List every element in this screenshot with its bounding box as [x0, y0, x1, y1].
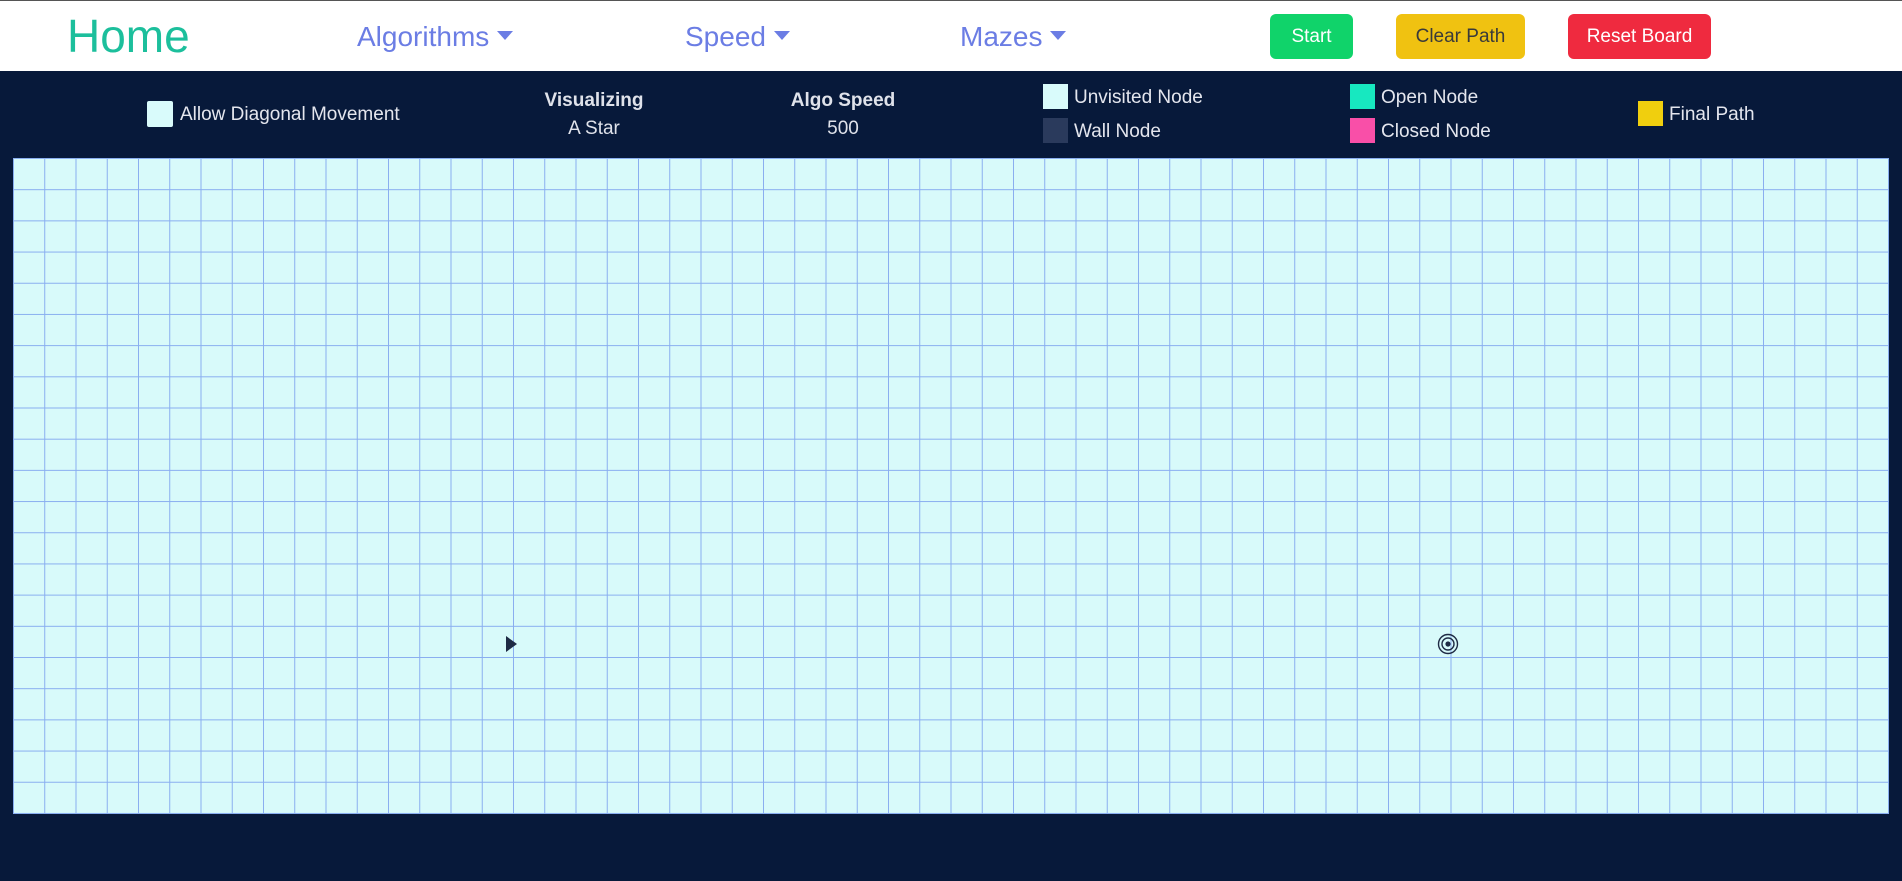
wall-node-swatch — [1043, 118, 1068, 143]
caret-down-icon — [773, 31, 790, 41]
top-navbar: Home Algorithms Speed Mazes Start Clear … — [0, 0, 1902, 71]
caret-down-icon — [497, 31, 514, 41]
open-node-label: Open Node — [1381, 87, 1479, 108]
home-link[interactable]: Home — [67, 9, 190, 63]
algorithms-dropdown-label: Algorithms — [357, 21, 490, 52]
clear-path-button[interactable]: Clear Path — [1396, 14, 1525, 59]
visualizing-label: Visualizing — [544, 90, 644, 111]
diagonal-movement-label: Allow Diagonal Movement — [180, 104, 400, 125]
open-node-swatch — [1350, 84, 1375, 109]
unvisited-node-swatch — [1043, 84, 1068, 109]
start-button[interactable]: Start — [1270, 14, 1353, 59]
mazes-dropdown-label: Mazes — [960, 21, 1043, 52]
reset-board-button[interactable]: Reset Board — [1568, 14, 1711, 59]
algorithms-dropdown[interactable]: Algorithms — [357, 20, 514, 54]
algo-speed-value: 500 — [827, 118, 859, 139]
wall-node-label: Wall Node — [1074, 121, 1161, 142]
mazes-dropdown[interactable]: Mazes — [960, 20, 1067, 54]
final-path-swatch — [1638, 101, 1663, 126]
unvisited-node-label: Unvisited Node — [1074, 87, 1203, 108]
pathfinding-grid[interactable] — [13, 158, 1889, 814]
visualizing-value: A Star — [568, 118, 620, 139]
speed-dropdown-label: Speed — [685, 21, 766, 52]
speed-dropdown[interactable]: Speed — [685, 20, 790, 54]
closed-node-swatch — [1350, 118, 1375, 143]
final-path-label: Final Path — [1669, 104, 1755, 125]
start-node-icon[interactable] — [506, 636, 517, 652]
algo-speed-label: Algo Speed — [790, 90, 896, 111]
diagonal-movement-checkbox[interactable] — [147, 101, 173, 127]
closed-node-label: Closed Node — [1381, 121, 1491, 142]
target-node-icon[interactable] — [1437, 633, 1459, 655]
caret-down-icon — [1050, 31, 1067, 41]
